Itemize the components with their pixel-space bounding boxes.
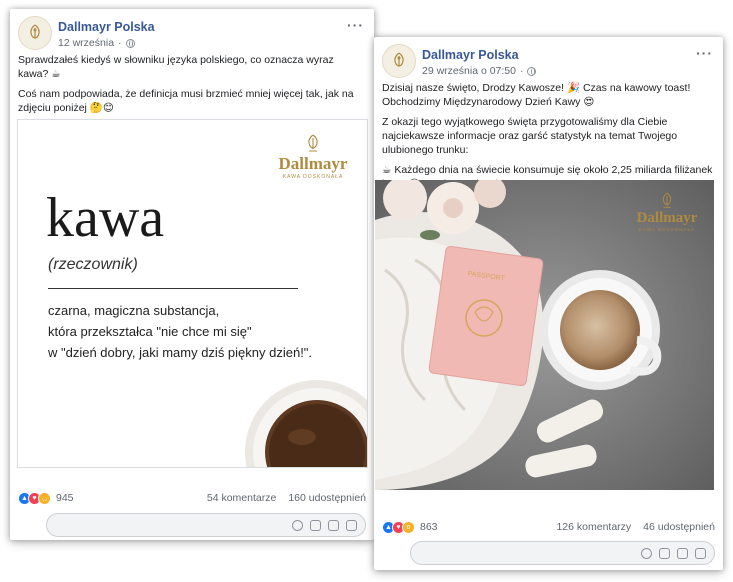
globe-icon — [125, 38, 135, 48]
post-date[interactable]: 29 września o 07:50 — [422, 65, 516, 77]
globe-icon — [527, 66, 537, 76]
dictionary-definition: czarna, magiczna substancja, która przek… — [48, 300, 312, 363]
reaction-count[interactable]: 945 — [56, 492, 74, 504]
page-name-link[interactable]: Dallmayr Polska — [422, 48, 519, 62]
sticker-icon[interactable] — [346, 519, 357, 531]
haha-reaction-icon: ◡ — [38, 491, 51, 505]
page-avatar[interactable] — [18, 16, 52, 50]
post-text-line: Sprawdzałeś kiedyś w słowniku języka pol… — [18, 54, 334, 80]
shares-count-link[interactable]: 160 udostępnień — [288, 492, 366, 504]
camera-icon[interactable] — [310, 519, 321, 531]
wow-reaction-icon: o — [402, 520, 415, 534]
post-coffee-day: Dallmayr Polska 29 września o 07:50 · ··… — [374, 37, 723, 570]
more-options-icon[interactable]: ··· — [347, 17, 364, 33]
dictionary-word: kawa — [46, 187, 165, 249]
comments-count-link[interactable]: 126 komentarzy — [556, 521, 631, 533]
gif-icon[interactable] — [677, 547, 688, 559]
brand-tagline: KAWA DOSKONAŁA — [282, 174, 344, 180]
coffee-cup-illustration — [245, 380, 367, 467]
dallmayr-crest-icon — [30, 24, 40, 39]
emoji-icon[interactable] — [641, 547, 652, 559]
brand-tagline: KAWA DOSKONAŁA — [639, 227, 695, 232]
post-stats: ▲ ♥ o 863 126 komentarzy 46 udostępnień — [382, 518, 715, 536]
camera-icon[interactable] — [659, 547, 670, 559]
page-avatar[interactable] — [382, 44, 416, 78]
brand-name: Dallmayr — [636, 210, 698, 226]
gif-icon[interactable] — [328, 519, 339, 531]
post-date[interactable]: 12 września — [58, 37, 114, 49]
post-text: Dzisiaj nasze święto, Drodzy Kawosze! 🎉 … — [374, 81, 723, 191]
post-text: Sprawdzałeś kiedyś w słowniku języka pol… — [10, 53, 374, 115]
post-image[interactable]: Dallmayr KAWA DOSKONAŁA kawa (rzeczownik… — [17, 119, 368, 468]
dictionary-part-of-speech: (rzeczownik) — [48, 256, 138, 273]
dallmayr-crest-icon — [662, 192, 672, 208]
reactions-summary[interactable]: ▲ ♥ ◡ 945 — [18, 491, 74, 505]
definition-line: w "dzień dobry, jaki mamy dziś piękny dz… — [48, 345, 313, 360]
emoji-icon[interactable] — [292, 519, 303, 531]
comments-count-link[interactable]: 54 komentarze — [207, 492, 276, 504]
comment-input[interactable] — [410, 541, 715, 565]
post-image[interactable]: PASSPORT Dallmayr KAWA DOSKONAŁA — [375, 180, 714, 490]
more-options-icon[interactable]: ··· — [696, 45, 713, 61]
comment-input[interactable] — [46, 513, 366, 537]
post-stats: ▲ ♥ ◡ 945 54 komentarze 160 udostępnień — [18, 489, 366, 507]
definition-line: która przekształca "nie chce mi się" — [48, 324, 252, 339]
sticker-icon[interactable] — [695, 547, 706, 559]
post-text-line: Coś nam podpowiada, że definicja musi br… — [18, 88, 354, 114]
post-text-line: Dzisiaj nasze święto, Drodzy Kawosze! 🎉 … — [382, 82, 691, 108]
post-header: Dallmayr Polska 29 września o 07:50 · ··… — [374, 37, 723, 81]
post-text-line: Z okazji tego wyjątkowego święta przygot… — [382, 116, 678, 156]
brand-logo: Dallmayr KAWA DOSKONAŁA — [273, 134, 353, 180]
post-meta: 29 września o 07:50 · — [422, 65, 537, 77]
post-dictionary: Dallmayr Polska 12 września · ··· Sprawd… — [10, 9, 374, 540]
brand-name: Dallmayr — [278, 154, 348, 173]
reaction-count[interactable]: 863 — [420, 521, 438, 533]
brand-logo: Dallmayr KAWA DOSKONAŁA — [632, 192, 702, 232]
page-name-link[interactable]: Dallmayr Polska — [58, 20, 155, 34]
dallmayr-crest-icon — [308, 134, 318, 152]
definition-line: czarna, magiczna substancja, — [48, 303, 220, 318]
dictionary-divider — [48, 288, 298, 289]
dallmayr-crest-icon — [394, 52, 404, 67]
post-meta: 12 września · — [58, 37, 135, 49]
reactions-summary[interactable]: ▲ ♥ o 863 — [382, 520, 438, 534]
post-header: Dallmayr Polska 12 września · ··· — [10, 9, 374, 53]
shares-count-link[interactable]: 46 udostępnień — [643, 521, 715, 533]
